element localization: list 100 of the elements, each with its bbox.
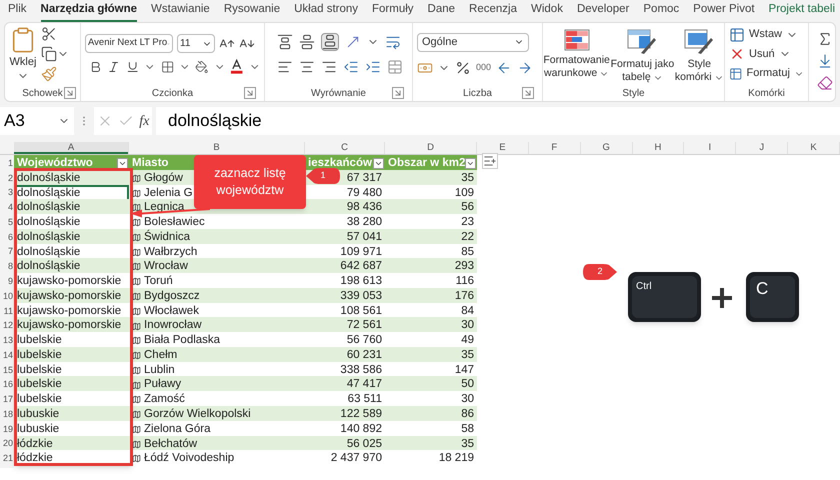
ribbon-tab[interactable]: Widok bbox=[531, 0, 563, 22]
style-button[interactable]: Formatowanie warunkowe bbox=[543, 29, 610, 80]
table-cell-text: lubuskie bbox=[16, 407, 60, 422]
map-icon bbox=[132, 351, 141, 360]
dialog-launcher-icon[interactable] bbox=[522, 87, 534, 99]
column-header[interactable]: G bbox=[580, 142, 633, 154]
step-marker: 2 bbox=[583, 264, 617, 280]
table-brush-icon bbox=[627, 29, 658, 55]
table-cell-text: 2 437 970 bbox=[330, 451, 382, 466]
thousands-separator-button[interactable]: 000 bbox=[476, 60, 492, 74]
font-name-dropdown[interactable]: Avenir Next LT Pro bbox=[85, 34, 173, 53]
dialog-launcher-icon[interactable] bbox=[392, 87, 404, 99]
ribbon-tab[interactable]: Recenzja bbox=[469, 0, 517, 22]
keyboard-key: Ctrl bbox=[628, 272, 701, 322]
bold-icon[interactable] bbox=[89, 60, 102, 74]
font-size-dropdown[interactable]: 11 bbox=[177, 34, 215, 53]
table-cell-text: Głogów bbox=[144, 170, 183, 186]
diagonal-arrow-icon[interactable] bbox=[345, 34, 361, 50]
align-bottom-icon[interactable] bbox=[322, 34, 338, 50]
ribbon-tab[interactable]: Dane bbox=[428, 0, 456, 22]
table-cell-text: Świdnica bbox=[144, 228, 190, 245]
filter-button[interactable] bbox=[117, 158, 128, 170]
ribbon-tab[interactable]: Plik bbox=[8, 0, 27, 22]
map-icon bbox=[132, 440, 141, 449]
ribbon-tab[interactable]: Formuły bbox=[372, 0, 414, 22]
group-label: Schowek bbox=[22, 86, 63, 100]
align-right-icon[interactable] bbox=[321, 59, 337, 75]
ribbon-tab[interactable]: Power Pivot bbox=[693, 0, 755, 22]
table-options-icon[interactable] bbox=[482, 153, 498, 169]
style-button[interactable]: Style komórki bbox=[674, 29, 724, 84]
map-icon bbox=[132, 232, 141, 242]
table-cell-text: 72 561 bbox=[346, 318, 382, 334]
font-size: 11 bbox=[180, 37, 190, 51]
name-box[interactable]: A3 bbox=[0, 107, 74, 135]
copy-icon[interactable] bbox=[41, 46, 57, 62]
merge-cells-icon[interactable] bbox=[387, 59, 403, 75]
ribbon-tab[interactable]: Układ strony bbox=[294, 0, 358, 22]
align-left-icon[interactable] bbox=[277, 59, 293, 75]
filter-button[interactable] bbox=[373, 158, 384, 170]
column-heading: Obszar w km2 bbox=[388, 156, 466, 171]
indent-increase-icon[interactable] bbox=[365, 59, 381, 75]
filter-button[interactable] bbox=[465, 158, 476, 170]
row-number[interactable]: 21 bbox=[0, 450, 14, 468]
cells-button[interactable]: Usuń bbox=[729, 46, 804, 62]
ribbon-tab[interactable]: Projekt tabeli bbox=[768, 0, 836, 22]
align-top-icon[interactable] bbox=[277, 34, 293, 50]
column-header[interactable]: D bbox=[385, 142, 477, 154]
paste-button[interactable]: Wklej bbox=[9, 26, 37, 82]
fill-color-icon[interactable] bbox=[195, 60, 209, 74]
wrap-text-icon[interactable] bbox=[385, 34, 401, 50]
function-label[interactable]: fx bbox=[139, 110, 150, 132]
align-middle-icon[interactable] bbox=[299, 34, 315, 50]
font-color-icon[interactable] bbox=[230, 59, 244, 74]
table-cell-text: kujawsko-pomorskie bbox=[16, 318, 122, 334]
group-label: Style bbox=[622, 86, 645, 100]
column-header[interactable]: C bbox=[305, 142, 385, 154]
table-cell-text: lubelskie bbox=[16, 362, 63, 378]
column-header[interactable]: H bbox=[632, 142, 684, 154]
dialog-launcher-icon[interactable] bbox=[244, 87, 256, 99]
style-button[interactable]: Formatuj jako tabelę bbox=[610, 29, 674, 84]
table-cell-text: 79 480 bbox=[346, 186, 382, 201]
table-cell-text: 23 bbox=[461, 215, 474, 230]
borders-icon[interactable] bbox=[160, 60, 174, 74]
column-header[interactable]: B bbox=[129, 142, 305, 154]
table-cell-text: 85 bbox=[461, 244, 474, 260]
ribbon-tab[interactable]: Rysowanie bbox=[224, 0, 280, 22]
column-heading: ieszkańców bbox=[308, 156, 372, 171]
scissors-icon[interactable] bbox=[41, 26, 57, 42]
cells-button[interactable]: Formatuj bbox=[729, 65, 804, 82]
table-icon bbox=[729, 26, 745, 42]
table-cell-text: 35 bbox=[461, 170, 474, 186]
ribbon-tab[interactable]: Developer bbox=[576, 0, 630, 22]
percent-icon[interactable] bbox=[455, 60, 471, 76]
table-cell-text: 49 bbox=[461, 333, 474, 348]
ribbon-tab[interactable]: Wstawianie bbox=[151, 0, 210, 22]
column-header[interactable]: A bbox=[14, 142, 129, 154]
formula-field[interactable]: dolnośląskie bbox=[156, 107, 840, 135]
table-cell-text: 30 bbox=[461, 318, 474, 334]
cells-button[interactable]: Wstaw bbox=[729, 26, 804, 43]
map-icon bbox=[132, 174, 141, 183]
number-format-dropdown[interactable]: Ogólne bbox=[417, 32, 529, 52]
underline-icon[interactable] bbox=[126, 60, 140, 74]
table-cell-text: 38 280 bbox=[346, 215, 382, 230]
table-cell-text: 116 bbox=[456, 274, 474, 290]
ribbon-tab[interactable]: Pomoc bbox=[643, 0, 680, 22]
table-cell-text: 18 219 bbox=[438, 451, 474, 466]
column-header[interactable]: J bbox=[736, 142, 788, 154]
fill-down-icon[interactable] bbox=[817, 53, 833, 69]
table-cell-text: 30 bbox=[461, 392, 474, 408]
italic-icon[interactable] bbox=[107, 60, 121, 74]
dialog-launcher-icon[interactable] bbox=[64, 87, 76, 99]
align-center-icon[interactable] bbox=[299, 59, 315, 75]
indent-decrease-icon[interactable] bbox=[343, 59, 359, 75]
column-header[interactable]: F bbox=[528, 142, 581, 154]
column-header[interactable]: K bbox=[788, 142, 840, 154]
table-cell-text: 35 bbox=[461, 348, 474, 363]
table-cell-text: 109 bbox=[454, 186, 474, 201]
eraser-icon[interactable] bbox=[817, 75, 833, 91]
map-icon bbox=[132, 336, 141, 346]
column-header[interactable]: I bbox=[684, 142, 736, 154]
